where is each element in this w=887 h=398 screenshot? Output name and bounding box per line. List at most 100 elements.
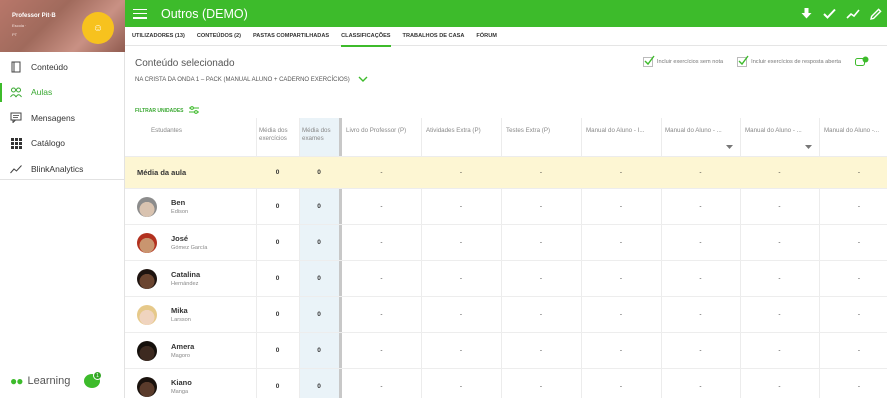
grade-cell[interactable]: - — [581, 333, 661, 368]
header-avg-exams[interactable]: Média dos exames — [302, 127, 338, 143]
header-avg-exercises[interactable]: Média dos exercícios — [259, 127, 297, 143]
filter-units-button[interactable]: FILTRAR UNIDADES — [135, 106, 199, 116]
sidebar-item-mensagens[interactable]: Mensagens — [0, 105, 125, 131]
grade-cell[interactable]: - — [819, 189, 887, 224]
content-select[interactable]: NA CRISTA DA ONDA 1 – PACK (MANUAL ALUNO… — [135, 76, 368, 84]
tab-utilizadores[interactable]: UTILIZADORES (13) — [132, 27, 185, 46]
grade-cell[interactable]: - — [342, 333, 421, 368]
grade-cell[interactable]: - — [501, 261, 581, 296]
student-cell[interactable]: Mika Larsson — [137, 297, 191, 332]
check-icon[interactable] — [822, 6, 837, 21]
student-cell[interactable]: Amera Magoro — [137, 333, 194, 368]
profile-header[interactable]: Professor Pit·B Escola · PT ☺ — [0, 0, 125, 52]
grade-cell[interactable]: - — [740, 261, 819, 296]
grade-cell[interactable]: - — [661, 225, 740, 260]
student-avg-exercises: 0 — [275, 275, 280, 282]
grade-cell[interactable]: - — [661, 333, 740, 368]
grade-cell[interactable]: - — [661, 189, 740, 224]
checkbox-checked-icon[interactable] — [737, 55, 749, 67]
sidebar-item-catalogo[interactable]: Catálogo — [0, 131, 125, 157]
profile-line2: PT — [12, 32, 18, 37]
student-last-name: Hernández — [171, 281, 199, 287]
grade-cell[interactable]: - — [421, 369, 501, 398]
grade-cell[interactable]: - — [740, 157, 819, 188]
student-cell[interactable]: José Gómez García — [137, 225, 207, 260]
grade-cell[interactable]: - — [581, 297, 661, 332]
caret-down-icon[interactable] — [805, 144, 812, 151]
grade-cell[interactable]: - — [342, 261, 421, 296]
grade-cell[interactable]: - — [501, 297, 581, 332]
grade-cell[interactable]: - — [581, 189, 661, 224]
grade-cell[interactable]: - — [501, 157, 581, 188]
grade-cell[interactable]: - — [661, 157, 740, 188]
grade-cell[interactable]: - — [740, 297, 819, 332]
grade-cell[interactable]: - — [421, 297, 501, 332]
comments-icon[interactable] — [855, 56, 869, 68]
sidebar-item-blinkanalytics[interactable]: BlinkAnalytics — [0, 156, 125, 182]
grade-cell[interactable]: - — [819, 333, 887, 368]
grade-cell[interactable]: - — [581, 369, 661, 398]
grade-cell[interactable]: - — [581, 225, 661, 260]
grade-cell[interactable]: - — [661, 297, 740, 332]
sidebar-item-conteudo[interactable]: Conteúdo — [0, 54, 125, 80]
tab-trabalhos-de-casa[interactable]: TRABALHOS DE CASA — [403, 27, 465, 46]
grade-cell[interactable]: - — [501, 225, 581, 260]
grade-cell[interactable]: - — [342, 297, 421, 332]
checkbox-checked-icon[interactable] — [642, 55, 655, 67]
option-include-open[interactable]: Incluir exercícios de resposta aberta — [737, 55, 841, 67]
grade-cell[interactable]: - — [740, 189, 819, 224]
header-column[interactable]: Manual do Aluno - I... — [586, 127, 644, 134]
toolbar-actions — [799, 0, 883, 27]
header-column[interactable]: Manual do Aluno - ... — [745, 127, 802, 134]
avatar[interactable]: ☺ — [82, 12, 114, 44]
tab-pastas-compartilhadas[interactable]: PASTAS COMPARTILHADAS — [253, 27, 329, 46]
grade-cell[interactable]: - — [581, 261, 661, 296]
student-cell[interactable]: Kiano Manga — [137, 369, 192, 398]
grade-cell[interactable]: - — [421, 261, 501, 296]
chevron-down-icon[interactable] — [358, 76, 368, 84]
grade-cell[interactable]: - — [740, 333, 819, 368]
grade-cell[interactable]: - — [421, 225, 501, 260]
grade-cell[interactable]: - — [661, 261, 740, 296]
header-column[interactable]: Atividades Extra (P) — [426, 127, 481, 134]
grade-cell[interactable]: - — [819, 369, 887, 398]
header-column[interactable]: Testes Extra (P) — [506, 127, 550, 134]
grade-cell[interactable]: - — [421, 157, 501, 188]
grade-cell[interactable]: - — [819, 225, 887, 260]
header-column[interactable]: Manual do Aluno - ... — [665, 127, 722, 134]
grade-cell[interactable]: - — [501, 369, 581, 398]
grade-cell[interactable]: - — [819, 297, 887, 332]
option-include-ungraded[interactable]: Incluir exercícios sem nota — [642, 55, 723, 67]
student-cell[interactable]: Catalina Hernández — [137, 261, 200, 296]
header-students[interactable]: Estudantes — [151, 127, 182, 134]
sidebar-item-aulas[interactable]: Aulas — [0, 80, 125, 106]
grade-cell[interactable]: - — [581, 157, 661, 188]
student-cell[interactable]: Ben Edison — [137, 189, 188, 224]
avatar — [137, 340, 157, 361]
grade-cell[interactable]: - — [342, 369, 421, 398]
edit-icon[interactable] — [868, 6, 883, 21]
grade-cell[interactable]: - — [819, 157, 887, 188]
student-avg-exams: 0 — [317, 275, 321, 282]
grade-cell[interactable]: - — [421, 189, 501, 224]
grade-cell[interactable]: - — [661, 369, 740, 398]
grade-cell[interactable]: - — [740, 369, 819, 398]
caret-down-icon[interactable] — [726, 144, 733, 151]
grade-cell[interactable]: - — [740, 225, 819, 260]
grade-cell[interactable]: - — [342, 157, 421, 188]
sidebar-item-label: Aulas — [31, 87, 53, 98]
grade-cell[interactable]: - — [501, 333, 581, 368]
download-icon[interactable] — [799, 6, 814, 21]
grade-cell[interactable]: - — [819, 261, 887, 296]
trend-icon[interactable] — [845, 6, 860, 21]
tab-forum[interactable]: FÓRUM — [476, 27, 497, 46]
grade-cell[interactable]: - — [342, 225, 421, 260]
menu-icon[interactable] — [133, 8, 147, 19]
tab-classificacoes[interactable]: CLASSIFICAÇÕES — [341, 27, 391, 47]
header-column[interactable]: Manual do Aluno -... — [824, 127, 879, 134]
header-column[interactable]: Livro do Professor (P) — [346, 127, 406, 134]
grade-cell[interactable]: - — [421, 333, 501, 368]
tab-conteudos[interactable]: CONTEÚDOS (2) — [197, 27, 241, 46]
grade-cell[interactable]: - — [342, 189, 421, 224]
grade-cell[interactable]: - — [501, 189, 581, 224]
